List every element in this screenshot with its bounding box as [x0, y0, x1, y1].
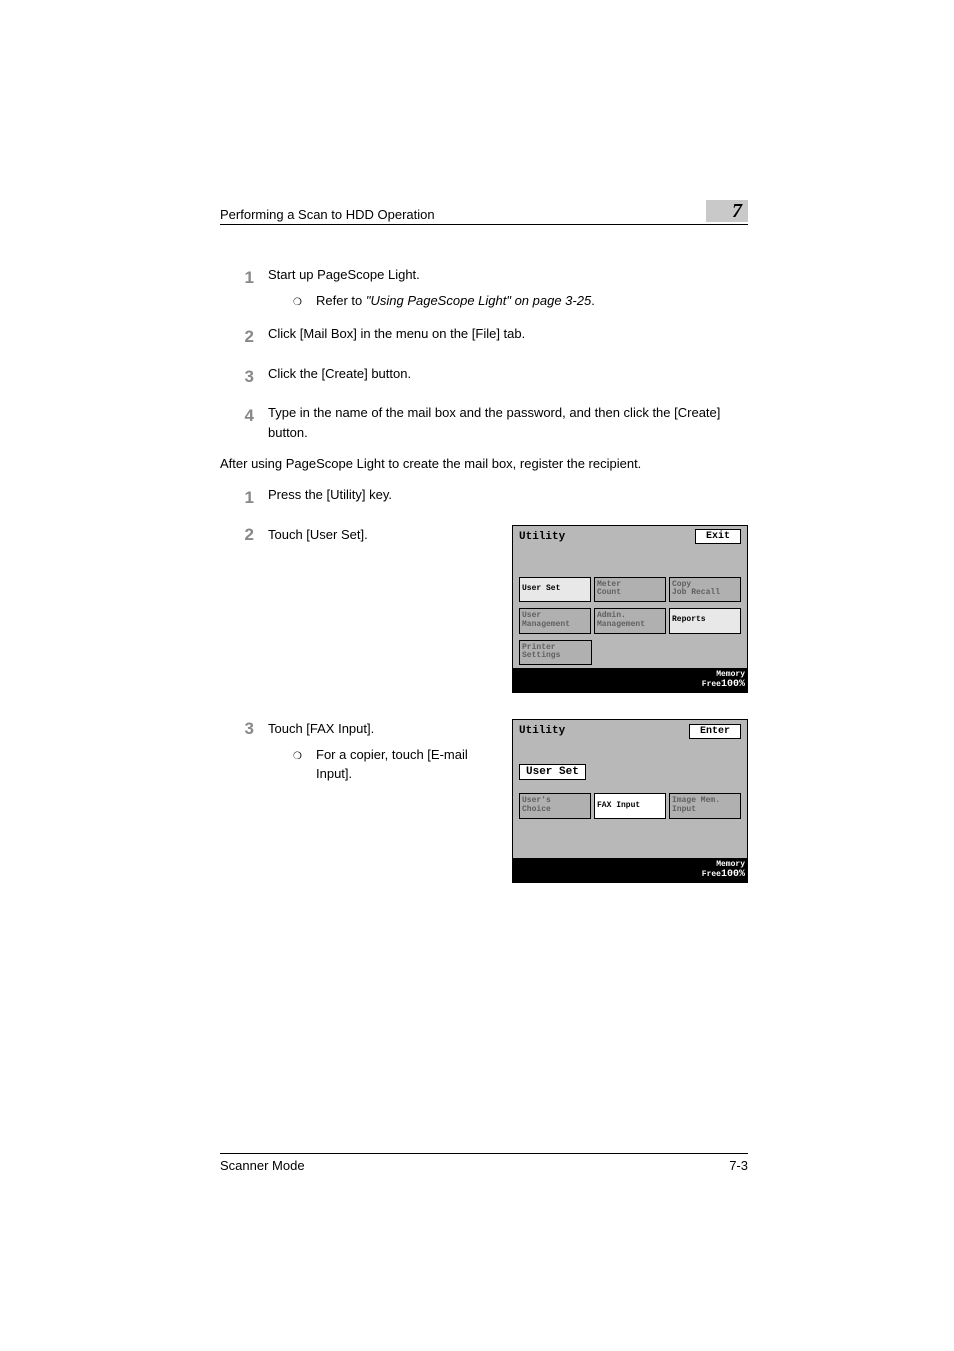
users-choice-button[interactable]: User's Choice — [519, 793, 591, 819]
footer-page-number: 7-3 — [729, 1158, 748, 1173]
fax-input-button[interactable]: FAX Input — [594, 793, 666, 819]
empty-slot — [595, 640, 666, 666]
image-mem-input-button[interactable]: Image Mem. Input — [669, 793, 741, 819]
step-number: 2 — [220, 324, 268, 350]
user-management-button[interactable]: User Management — [519, 608, 591, 634]
utility-panel-2: Utility Enter User Set User's Choice FAX… — [512, 719, 748, 883]
empty-slot — [670, 640, 741, 666]
chapter-badge: 7 — [706, 200, 748, 222]
memory-status: Memory Free100% — [513, 858, 747, 882]
copy-job-recall-button[interactable]: Copy Job Recall — [669, 577, 741, 603]
enter-button[interactable]: Enter — [689, 724, 741, 739]
admin-management-button[interactable]: Admin. Management — [594, 608, 666, 634]
breadcrumb: User Set — [519, 764, 586, 780]
reports-button[interactable]: Reports — [669, 608, 741, 634]
printer-settings-button[interactable]: Printer Settings — [519, 640, 592, 666]
step-text: Press the [Utility] key. — [268, 485, 748, 511]
step-text: Touch [User Set]. — [268, 525, 498, 545]
step-text: Click [Mail Box] in the menu on the [Fil… — [268, 324, 748, 350]
paragraph: After using PageScope Light to create th… — [220, 456, 748, 471]
panel-title: Utility — [519, 531, 695, 543]
panel-title: Utility — [519, 725, 689, 737]
user-set-button[interactable]: User Set — [519, 577, 591, 603]
step-number: 3 — [220, 719, 268, 784]
step-number: 1 — [220, 485, 268, 511]
footer-left: Scanner Mode — [220, 1158, 729, 1173]
chapter-number: 7 — [732, 200, 742, 223]
step-number: 1 — [220, 265, 268, 310]
step-number: 2 — [220, 525, 268, 545]
step-sub-text: Refer to "Using PageScope Light" on page… — [316, 291, 748, 311]
sub-bullet-icon — [268, 745, 316, 784]
step-sub-text: For a copier, touch [E-mail Input]. — [316, 745, 498, 784]
running-header: Performing a Scan to HDD Operation — [220, 207, 706, 222]
step-text: Type in the name of the mail box and the… — [268, 403, 748, 442]
step-text: Click the [Create] button. — [268, 364, 748, 390]
exit-button[interactable]: Exit — [695, 529, 741, 544]
sub-bullet-icon — [268, 291, 316, 311]
utility-panel-1: Utility Exit User Set Meter Count Copy J… — [512, 525, 748, 694]
step-number: 4 — [220, 403, 268, 442]
memory-status: Memory Free100% — [513, 668, 747, 692]
meter-count-button[interactable]: Meter Count — [594, 577, 666, 603]
step-number: 3 — [220, 364, 268, 390]
step-text: Start up PageScope Light. — [268, 265, 748, 285]
step-text: Touch [FAX Input]. — [268, 719, 498, 739]
